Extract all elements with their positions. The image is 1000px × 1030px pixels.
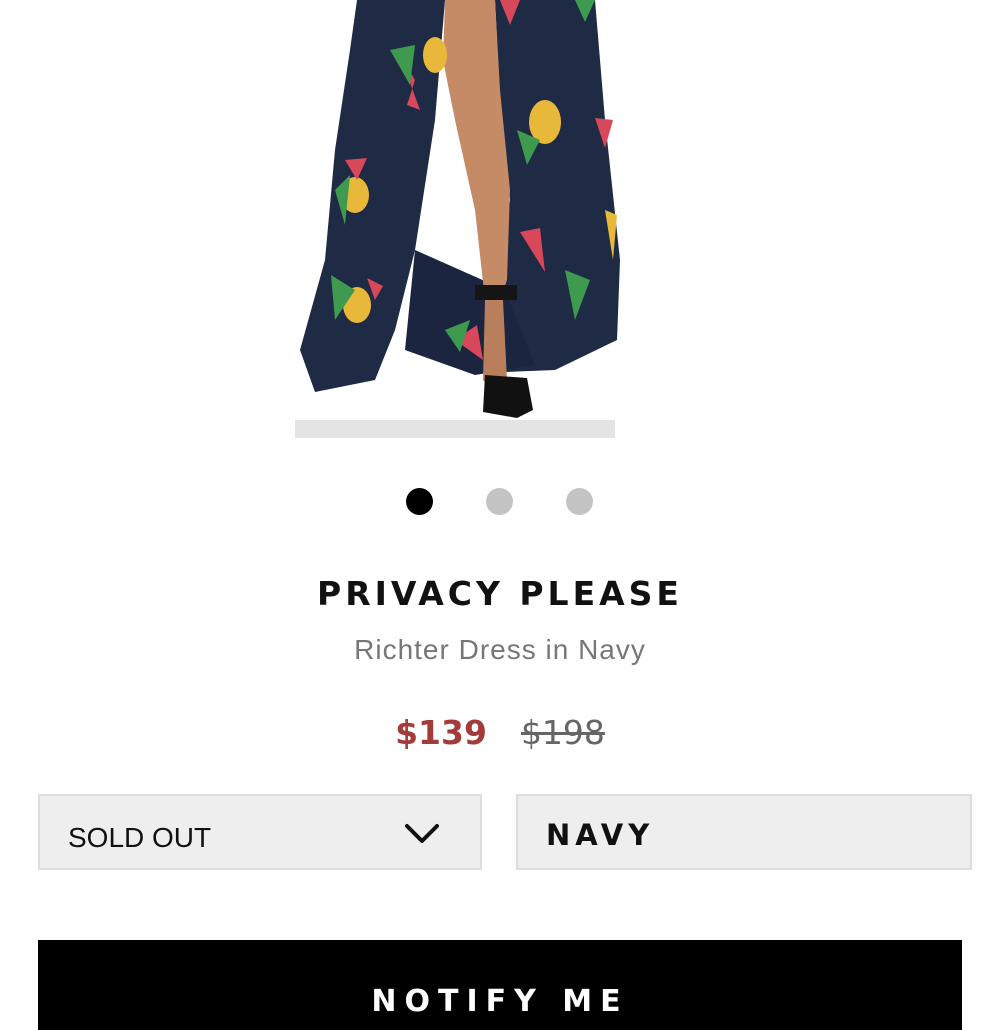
price-row: $139 $198 <box>0 713 1000 752</box>
original-price: $198 <box>520 713 605 752</box>
pagination-dot-2[interactable] <box>486 488 513 515</box>
pagination-dot-3[interactable] <box>566 488 593 515</box>
size-select-value: SOLD OUT <box>68 822 212 853</box>
notify-me-label: NOTIFY ME <box>371 984 629 1019</box>
color-value: NAVY <box>546 818 655 852</box>
pagination-dot-1[interactable] <box>406 488 433 515</box>
shoe <box>483 375 533 418</box>
chevron-down-icon <box>404 822 440 851</box>
notify-me-button[interactable]: NOTIFY ME <box>38 940 962 1030</box>
pineapple-print <box>423 37 447 73</box>
floor-shadow <box>295 420 615 438</box>
brand-name[interactable]: PRIVACY PLEASE <box>0 574 1000 613</box>
size-select[interactable]: SOLD OUT <box>38 794 482 870</box>
product-title: Richter Dress in Navy <box>354 634 646 665</box>
shoe-strap <box>475 285 517 300</box>
sale-price: $139 <box>395 713 487 752</box>
product-image[interactable] <box>295 0 625 440</box>
image-pagination <box>0 488 1000 516</box>
color-select[interactable]: NAVY <box>516 794 972 870</box>
